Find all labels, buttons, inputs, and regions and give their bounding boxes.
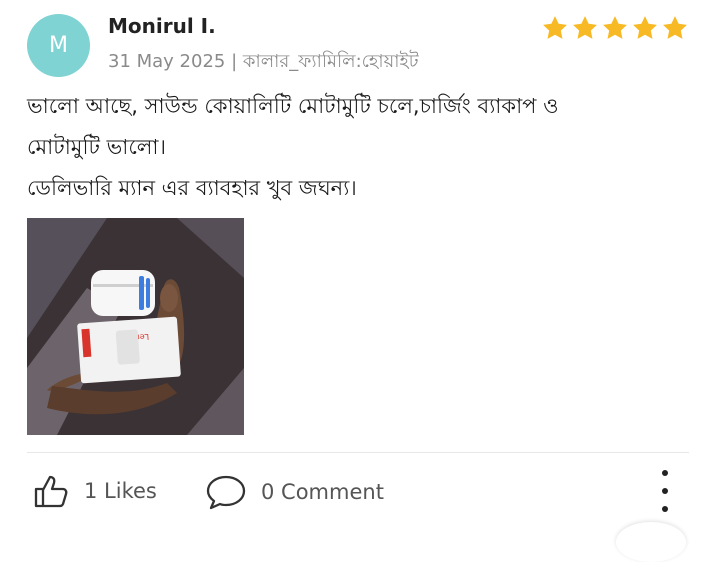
star-icon (603, 16, 627, 39)
comment-icon (205, 472, 247, 512)
thumbs-up-icon (32, 472, 70, 510)
star-icon (633, 16, 657, 39)
star-icon (663, 16, 687, 39)
review-line: ডেলিভারি ম্যান এর ব্যাবহার খুব জঘন্য। (27, 176, 357, 200)
review-meta: 31 May 2025 | কালার_ফ্যামিলি:হোয়াইট (108, 47, 419, 78)
more-dot (662, 470, 668, 476)
avatar: M (27, 14, 90, 77)
more-dot (662, 488, 668, 494)
review-date: 31 May 2025 (108, 51, 226, 72)
likes-count: 1 Likes (84, 479, 157, 503)
rating-stars (541, 14, 689, 42)
comments-count: 0 Comment (261, 480, 384, 504)
review-line: ভালো আছে, সাউন্ড কোয়ালিটি মোটামুটি চলে,… (27, 94, 559, 118)
comment-button[interactable]: 0 Comment (205, 472, 384, 512)
avatar-initial: M (49, 33, 68, 58)
review-text: ভালো আছে, সাউন্ড কোয়ালিটি মোটামুটি চলে,… (27, 86, 697, 209)
photo-illustration: Lenovo (27, 218, 244, 435)
star-icon (543, 16, 567, 39)
reviewer-name: Monirul I. (108, 14, 216, 38)
more-options-button[interactable] (650, 470, 680, 512)
review-photo[interactable]: Lenovo (27, 218, 244, 435)
star-icon (573, 16, 597, 39)
variant-label: কালার_ফ্যামিলি:হোয়াইট (242, 51, 419, 72)
divider (27, 452, 689, 453)
more-dot (662, 506, 668, 512)
meta-separator: | (231, 51, 238, 72)
review-line: মোটামুটি ভালো। (27, 135, 167, 159)
floating-button-edge[interactable] (616, 522, 686, 562)
like-button[interactable]: 1 Likes (32, 472, 157, 510)
